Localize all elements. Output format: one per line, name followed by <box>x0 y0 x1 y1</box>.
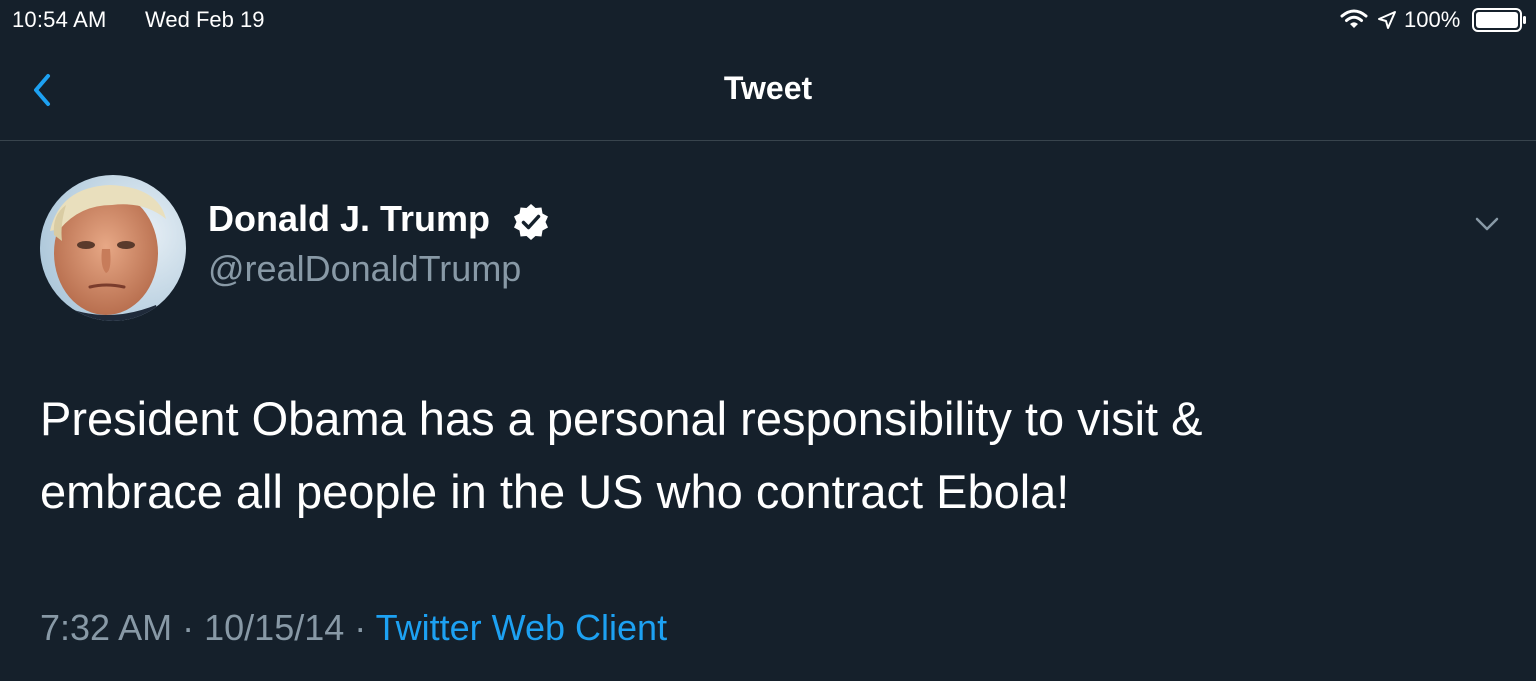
tweet-source-link[interactable]: Twitter Web Client <box>376 607 667 648</box>
avatar[interactable] <box>40 175 186 321</box>
tweet-date: 10/15/14 <box>204 607 345 648</box>
status-date: Wed Feb 19 <box>145 7 265 32</box>
wifi-icon <box>1340 9 1368 28</box>
verified-badge-icon <box>514 204 548 240</box>
tweet-text-line: President Obama has a personal responsib… <box>40 392 1203 445</box>
author-handle[interactable]: @realDonaldTrump <box>208 248 521 290</box>
chevron-down-icon[interactable] <box>1472 212 1502 236</box>
tweet-time: 7:32 AM <box>40 607 173 648</box>
battery-icon <box>1472 8 1526 32</box>
battery-fill <box>1476 12 1518 28</box>
page-title: Tweet <box>723 70 813 106</box>
tweet-meta: 7:32 AM · 10/15/14 · Twitter Web Client <box>40 607 667 649</box>
author-name[interactable]: Donald J. Trump <box>208 198 490 240</box>
nav-bar: Tweet <box>0 40 1536 141</box>
status-bar: 10:54 AM Wed Feb 19 100% <box>0 0 1536 40</box>
meta-separator: · <box>354 607 367 648</box>
avatar-image <box>40 175 186 321</box>
meta-separator: · <box>182 607 195 648</box>
tweet-text: President Obama has a personal responsib… <box>40 382 1480 528</box>
tweet-text-line: embrace all people in the US who contrac… <box>40 465 1070 518</box>
battery-percent: 100% <box>1404 7 1461 32</box>
status-time: 10:54 AM <box>12 7 107 32</box>
location-arrow-icon <box>1378 11 1396 29</box>
